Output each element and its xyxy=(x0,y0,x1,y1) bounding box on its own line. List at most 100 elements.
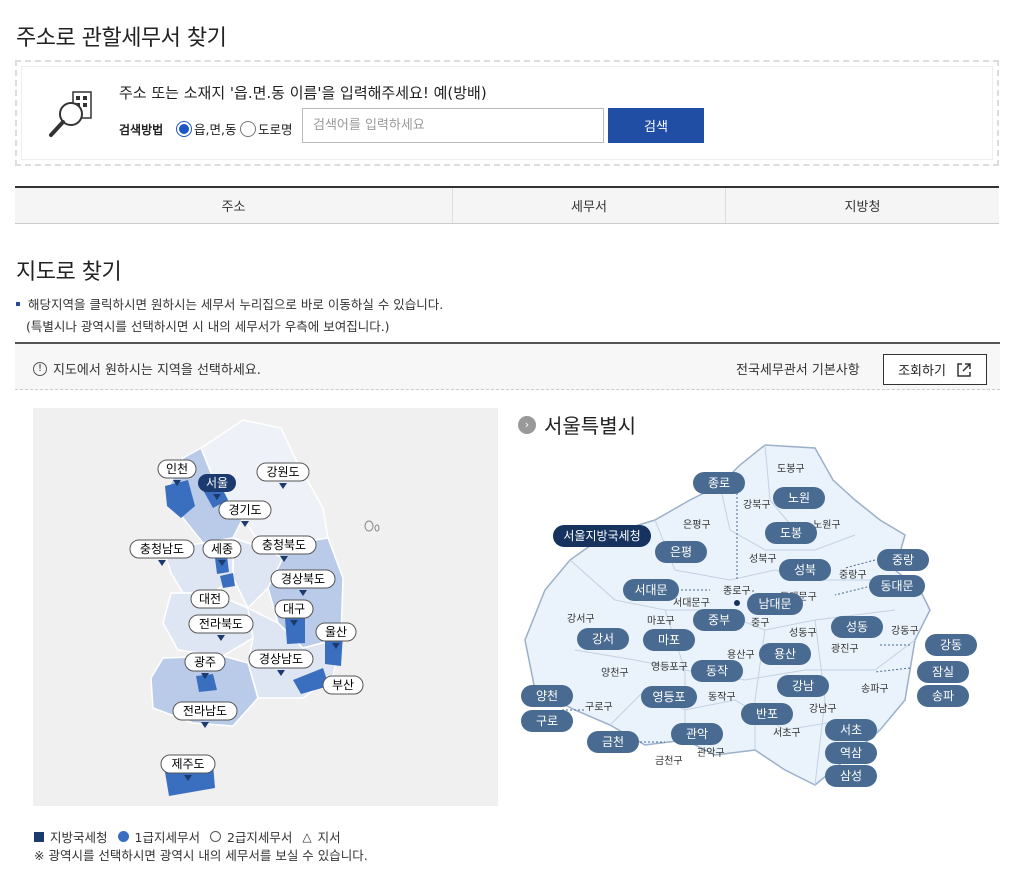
district-label: 강남구 xyxy=(809,703,837,715)
filled-circle-icon xyxy=(117,831,129,842)
svg-text:노원: 노원 xyxy=(788,491,810,505)
district-label: 도봉구 xyxy=(777,463,805,475)
svg-text:마포: 마포 xyxy=(658,633,680,647)
office-nowon[interactable]: 노원 xyxy=(773,487,825,509)
map-section-title: 지도로 찾기 xyxy=(16,260,122,285)
regional-office-seoul[interactable]: 서울지방국세청 xyxy=(553,525,651,547)
office-seongbuk[interactable]: 성북 xyxy=(779,559,831,581)
legend-regional: 지방국세청 xyxy=(34,827,108,846)
svg-text:중부: 중부 xyxy=(708,613,730,627)
column-tax-office: 세무서 xyxy=(453,188,726,223)
office-dongdaemun[interactable]: 동대문 xyxy=(869,575,925,597)
svg-text:용산: 용산 xyxy=(774,647,796,661)
office-songpa[interactable]: 송파 xyxy=(917,685,969,707)
svg-text:관악: 관악 xyxy=(686,727,708,741)
seoul-map-svg: 도봉구 강북구 노원구 은평구 성북구 중랑구 종로구 서대문구 동대문구 마포… xyxy=(521,444,977,787)
radio-dong-button[interactable] xyxy=(176,120,192,137)
map-legend: 지방국세청 1급지세무서 2급지세무서 △ 지서 xyxy=(34,827,351,846)
office-seongdong[interactable]: 성동 xyxy=(831,616,883,638)
bullet-icon xyxy=(16,301,20,306)
district-label: 성북구 xyxy=(749,553,777,565)
svg-text:경상북도: 경상북도 xyxy=(281,572,325,586)
office-yeongdeungpo[interactable]: 영등포 xyxy=(641,686,697,708)
svg-text:강동: 강동 xyxy=(940,638,962,652)
office-eunpyeong[interactable]: 은평 xyxy=(655,541,707,563)
district-label: 마포구 xyxy=(647,615,675,627)
seoul-map-title: › 서울특별시 xyxy=(518,410,636,439)
column-address: 주소 xyxy=(15,188,453,223)
column-regional-office: 지방청 xyxy=(844,200,881,215)
label-busan[interactable]: 부산 xyxy=(322,675,364,695)
svg-text:제주도: 제주도 xyxy=(171,757,204,771)
office-gangnam[interactable]: 강남 xyxy=(777,675,829,697)
label-daejeon[interactable]: 대전 xyxy=(190,589,230,609)
view-button[interactable]: 조회하기 xyxy=(883,354,987,385)
korea-map: 인천 서울 강원도 경기도 충청남도 세종 충청북도 경상북도 대전 대구 전라… xyxy=(33,408,498,806)
district-label: 종로구 xyxy=(723,585,751,597)
svg-text:송파: 송파 xyxy=(932,689,954,703)
svg-text:강원도: 강원도 xyxy=(266,465,299,479)
office-gangdong[interactable]: 강동 xyxy=(925,634,977,656)
search-button[interactable]: 검색 xyxy=(608,108,704,143)
office-banpo[interactable]: 반포 xyxy=(741,703,793,725)
office-mapo[interactable]: 마포 xyxy=(643,629,695,651)
svg-text:서울: 서울 xyxy=(206,476,228,490)
svg-text:서초: 서초 xyxy=(840,723,862,737)
office-seodaemun[interactable]: 서대문 xyxy=(623,579,679,601)
district-label: 서대문구 xyxy=(673,597,710,609)
legend-branch: △ 지서 xyxy=(302,829,341,846)
district-label: 송파구 xyxy=(861,683,889,695)
svg-text:금천: 금천 xyxy=(602,734,624,749)
office-dobong[interactable]: 도봉 xyxy=(765,522,817,544)
district-label: 광진구 xyxy=(831,643,859,655)
district-label: 동작구 xyxy=(708,691,736,703)
office-jongno[interactable]: 종로 xyxy=(693,472,745,494)
office-geumcheon[interactable]: 금천 xyxy=(587,731,639,753)
svg-text:역삼: 역삼 xyxy=(840,746,862,760)
office-samseong[interactable]: 삼성 xyxy=(825,765,877,787)
radio-dong[interactable]: 읍,면,동 xyxy=(176,119,236,138)
radio-road-button[interactable] xyxy=(240,120,256,137)
svg-text:서울지방국세청: 서울지방국세청 xyxy=(563,529,640,543)
map-note-2: (특별시나 광역시를 선택하시면 시 내의 세무서가 우측에 보여집니다.) xyxy=(26,319,390,334)
svg-text:성북: 성북 xyxy=(794,563,816,577)
svg-text:경기도: 경기도 xyxy=(228,503,261,517)
radio-road[interactable]: 도로명 xyxy=(240,119,293,138)
office-yeoksam[interactable]: 역삼 xyxy=(825,742,877,764)
ulleungdo-shape xyxy=(364,520,374,532)
exclamation-icon: ! xyxy=(33,361,47,376)
svg-text:전라북도: 전라북도 xyxy=(199,617,243,631)
svg-text:성동: 성동 xyxy=(846,620,868,634)
svg-text:반포: 반포 xyxy=(756,707,778,721)
office-jamsil[interactable]: 잠실 xyxy=(917,661,969,683)
district-label: 성동구 xyxy=(789,627,817,639)
legend-note: ※ 광역시를 선택하시면 광역시 내의 세무서를 보실 수 있습니다. xyxy=(34,848,368,863)
office-yongsan[interactable]: 용산 xyxy=(759,643,811,665)
dokdo-shape xyxy=(374,524,380,532)
svg-text:구로: 구로 xyxy=(536,714,558,728)
select-hint: ! 지도에서 원하시는 지역을 선택하세요. xyxy=(33,359,261,378)
legend-grade1: 1급지세무서 xyxy=(117,827,200,846)
office-namdaemun[interactable]: 남대문 xyxy=(747,593,803,615)
svg-text:부산: 부산 xyxy=(332,678,354,692)
magnifier-building-icon xyxy=(47,88,99,140)
office-gangseo[interactable]: 강서 xyxy=(577,628,629,650)
district-label: 금천구 xyxy=(655,755,683,767)
district-label: 양천구 xyxy=(601,667,629,679)
office-yangcheon[interactable]: 양천 xyxy=(521,685,573,707)
svg-text:은평: 은평 xyxy=(670,545,692,559)
svg-text:광주: 광주 xyxy=(194,655,216,669)
office-jungnang[interactable]: 중랑 xyxy=(877,549,929,571)
svg-text:도봉: 도봉 xyxy=(780,526,802,540)
svg-text:충청남도: 충청남도 xyxy=(140,542,184,556)
external-link-icon xyxy=(957,362,971,377)
office-gwanak[interactable]: 관악 xyxy=(671,723,723,745)
svg-text:잠실: 잠실 xyxy=(932,665,954,679)
office-jungbu[interactable]: 중부 xyxy=(693,609,745,631)
office-seocho[interactable]: 서초 xyxy=(825,719,877,741)
search-input[interactable] xyxy=(302,108,604,143)
svg-text:영등포: 영등포 xyxy=(652,690,685,704)
office-guro[interactable]: 구로 xyxy=(521,710,573,732)
svg-text:충청북도: 충청북도 xyxy=(262,538,306,552)
office-dongjak[interactable]: 동작 xyxy=(691,660,743,682)
